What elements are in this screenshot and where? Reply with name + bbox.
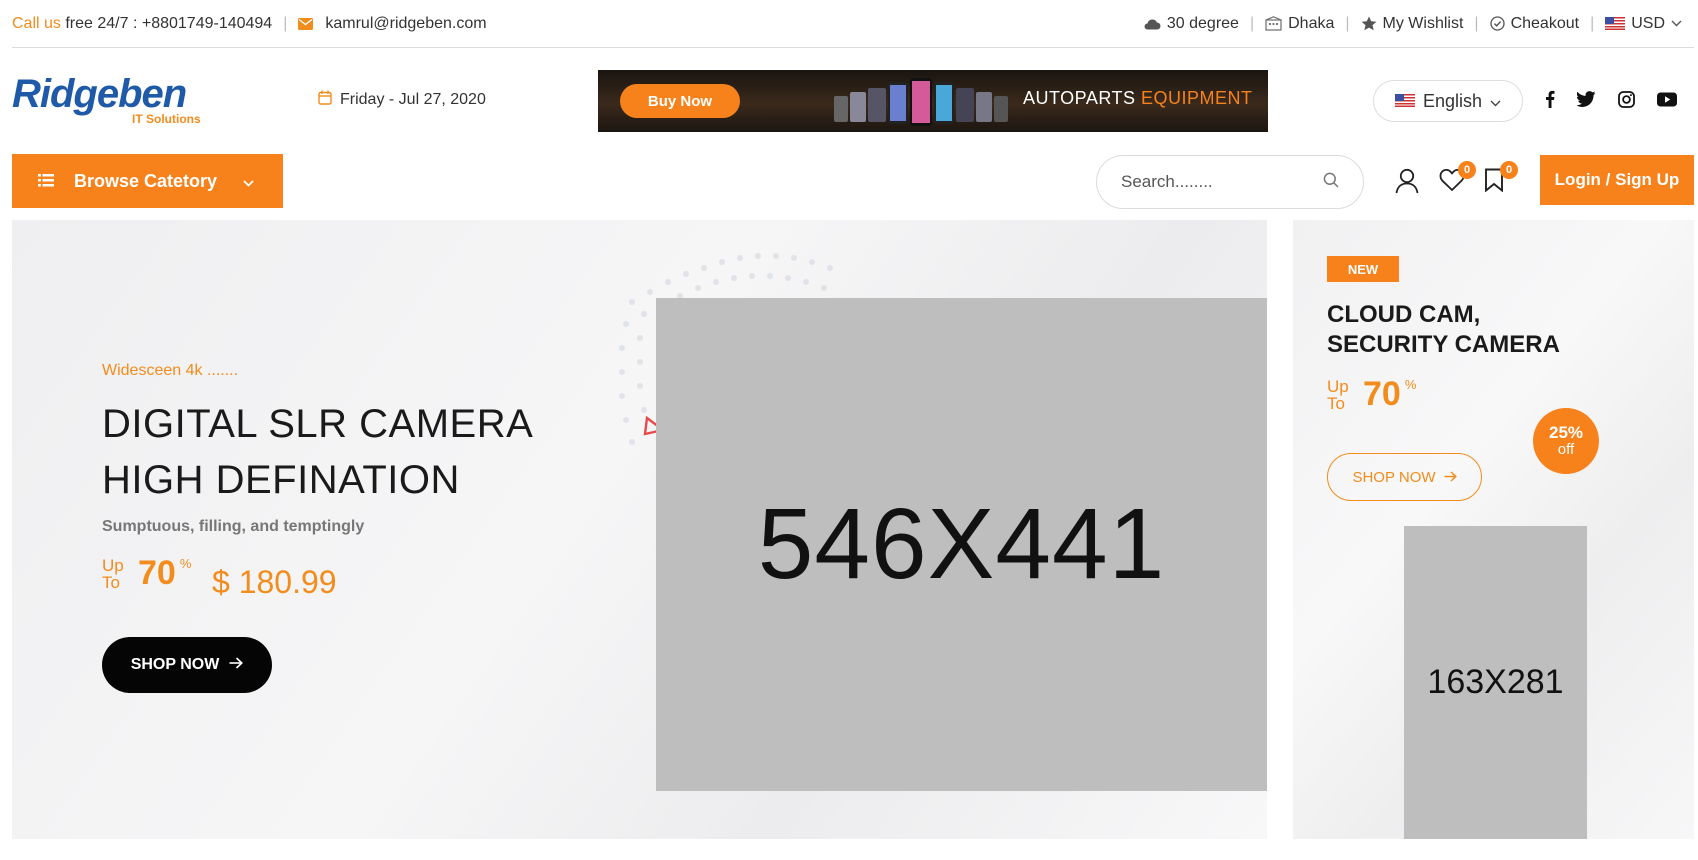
hero-slider: Widesceen 4k ....... DIGITAL SLR CAMERA … — [12, 220, 1267, 839]
hero-discount: Up To 70 % — [102, 554, 191, 593]
search-input[interactable] — [1121, 172, 1311, 192]
side-image-placeholder: 163X281 — [1404, 526, 1587, 839]
weather-text: 30 degree — [1166, 14, 1239, 32]
hero-price: $ 180.99 — [212, 564, 337, 600]
location-info: Dhaka — [1265, 15, 1334, 33]
weather-info: 30 degree — [1143, 15, 1239, 33]
hero-title: DIGITAL SLR CAMERA HIGH DEFINATION — [102, 396, 533, 508]
email-text: kamrul@ridgeben.com — [325, 14, 487, 32]
checkout-text: Cheakout — [1510, 14, 1580, 32]
off-percent: 25% — [1548, 423, 1584, 442]
facebook-icon[interactable] — [1545, 90, 1555, 113]
currency-text: USD — [1631, 14, 1665, 32]
date-text: Friday - Jul 27, 2020 — [340, 91, 486, 108]
discount-value: 70 — [1363, 375, 1401, 413]
current-date: Friday - Jul 27, 2020 — [318, 90, 486, 110]
promo-banner[interactable]: Buy Now AUTOPARTS EQUIPMENT — [598, 70, 1268, 132]
us-flag-icon — [1605, 17, 1626, 30]
banner-headline: AUTOPARTS EQUIPMENT — [1023, 88, 1253, 109]
call-us-label: Call us — [12, 14, 61, 32]
wishlist-text: My Wishlist — [1382, 14, 1464, 32]
percent-off-badge: 25% off — [1533, 408, 1599, 474]
to-text: To — [1327, 393, 1345, 413]
search-icon[interactable] — [1323, 172, 1339, 193]
up-text: Up — [1327, 376, 1349, 396]
bookmark-count-badge: 0 — [1500, 161, 1518, 179]
chevron-down-icon — [1490, 91, 1501, 112]
side-title-line1: CLOUD CAM, — [1327, 301, 1481, 328]
top-bar-right: 30 degree | Dhaka | My Wishlist | Cheako… — [1143, 15, 1694, 33]
chevron-down-icon — [1671, 20, 1682, 27]
check-circle-icon — [1489, 16, 1505, 31]
discount-value: 70 — [138, 554, 176, 592]
side-shop-now-button[interactable]: SHOP NOW — [1327, 453, 1482, 501]
off-word: off — [1557, 441, 1575, 458]
wishlist-link[interactable]: My Wishlist — [1361, 14, 1464, 33]
contact-info: Call us free 24/7 : +8801749-140494 | ka… — [12, 14, 487, 33]
up-text: Up — [102, 555, 124, 575]
us-flag-icon — [1394, 91, 1415, 112]
user-icon[interactable] — [1395, 168, 1419, 199]
hero-title-line1: DIGITAL SLR CAMERA — [102, 402, 534, 446]
search-box — [1096, 155, 1364, 209]
cloud-icon — [1143, 17, 1161, 30]
percent-sign: % — [1404, 377, 1417, 392]
up-to-label: Up To — [102, 557, 130, 591]
new-badge: NEW — [1327, 256, 1399, 282]
banner-headline-orange: EQUIPMENT — [1141, 88, 1253, 108]
building-icon — [1265, 16, 1282, 31]
hero-description: Sumptuous, filling, and temptingly — [102, 518, 365, 535]
hero-shop-now-button[interactable]: SHOP NOW — [102, 637, 272, 693]
to-text: To — [102, 572, 120, 592]
site-logo[interactable]: Ridgeben IT Solutions — [12, 74, 217, 130]
hero-image-placeholder: 546X441 — [656, 298, 1267, 791]
top-bar: Call us free 24/7 : +8801749-140494 | ka… — [12, 0, 1694, 48]
checkout-link[interactable]: Cheakout — [1489, 14, 1580, 33]
banner-headline-white: AUTOPARTS — [1023, 88, 1136, 108]
social-links — [1545, 90, 1677, 113]
star-icon — [1361, 16, 1377, 31]
shop-now-label: SHOP NOW — [130, 656, 220, 673]
language-selector[interactable]: English — [1373, 80, 1523, 122]
chevron-down-icon — [243, 171, 254, 192]
side-title-line2: SECURITY CAMERA — [1327, 331, 1560, 358]
logo-word: Ridgeben — [12, 72, 187, 116]
side-discount: Up To 70 % — [1327, 375, 1416, 414]
phone-text[interactable]: free 24/7 : +8801749-140494 — [65, 15, 272, 33]
phones-image — [834, 76, 1014, 128]
city-text: Dhaka — [1288, 14, 1335, 32]
logo-tagline: IT Solutions — [132, 112, 201, 126]
email-link[interactable]: kamrul@ridgeben.com — [298, 14, 487, 33]
browse-category-label: Browse Catetory — [74, 170, 218, 191]
side-promo: NEW CLOUD CAM, SECURITY CAMERA Up To 70 … — [1293, 220, 1694, 839]
hero-title-line2: HIGH DEFINATION — [102, 458, 460, 502]
percent-sign: % — [179, 556, 192, 571]
instagram-icon[interactable] — [1618, 90, 1635, 113]
login-signup-button[interactable]: Login / Sign Up — [1540, 155, 1694, 205]
buy-now-button[interactable]: Buy Now — [620, 84, 740, 118]
arrow-right-icon — [1444, 469, 1457, 486]
browse-category-button[interactable]: Browse Catetory — [12, 154, 283, 208]
language-text: English — [1422, 90, 1483, 111]
list-icon — [38, 171, 54, 192]
side-promo-title: CLOUD CAM, SECURITY CAMERA — [1327, 300, 1560, 360]
up-to-label: Up To — [1327, 378, 1355, 412]
wishlist-count-badge: 0 — [1458, 161, 1476, 179]
currency-selector[interactable]: USD — [1605, 15, 1682, 33]
twitter-icon[interactable] — [1576, 91, 1596, 112]
calendar-icon — [318, 90, 332, 110]
envelope-icon — [298, 17, 314, 30]
arrow-right-icon — [229, 656, 244, 674]
hero-subtitle: Widesceen 4k ....... — [102, 362, 239, 379]
youtube-icon[interactable] — [1657, 92, 1677, 112]
shop-now-label: SHOP NOW — [1352, 468, 1436, 486]
